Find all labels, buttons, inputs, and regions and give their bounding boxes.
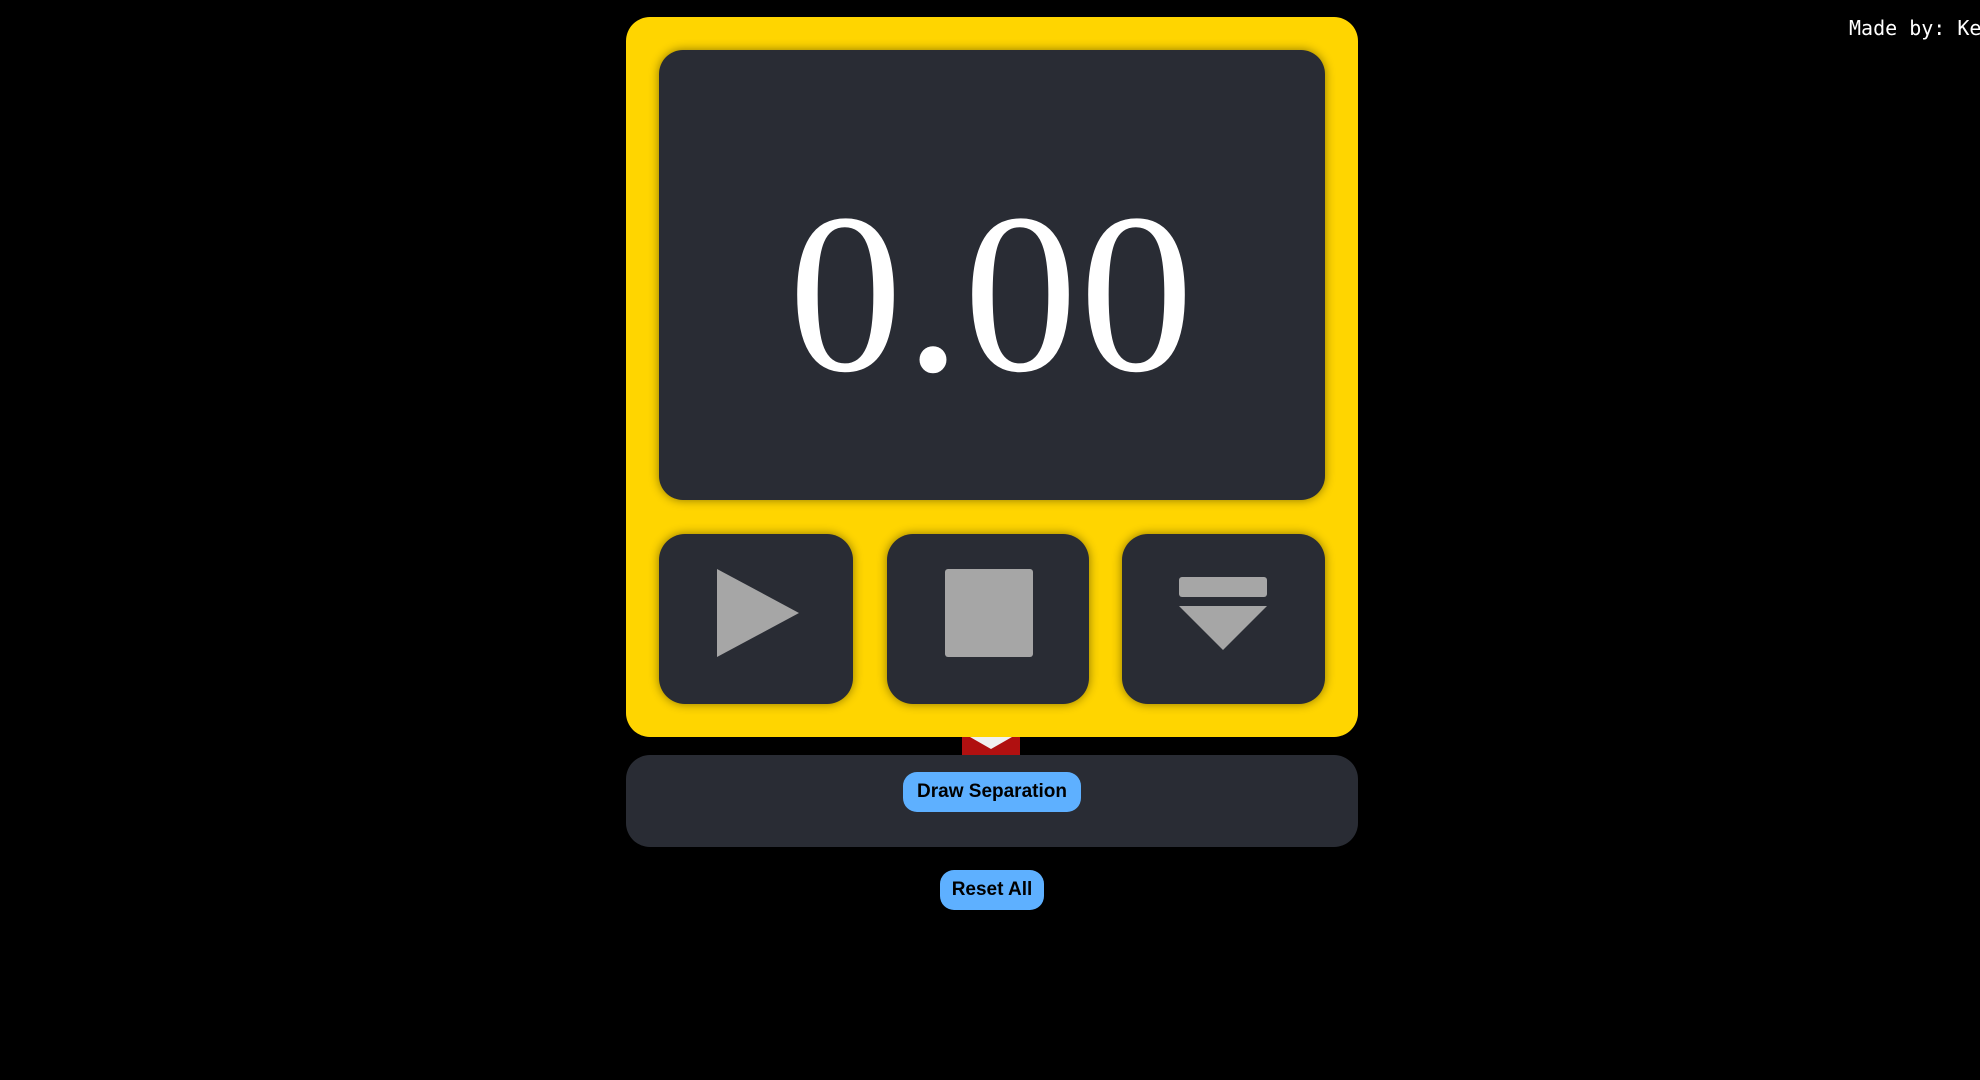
play-icon bbox=[717, 569, 799, 657]
time-display: 0.00 bbox=[659, 50, 1325, 500]
lap-button[interactable] bbox=[1122, 534, 1325, 704]
elapsed-time: 0.00 bbox=[788, 168, 1196, 420]
start-button[interactable] bbox=[659, 534, 853, 704]
tab-marker-icon bbox=[962, 737, 1020, 755]
separation-tab-marker bbox=[962, 737, 1020, 755]
draw-separation-button[interactable]: Draw Separation bbox=[903, 772, 1081, 812]
stop-button[interactable] bbox=[887, 534, 1089, 704]
reset-all-button[interactable]: Reset All bbox=[940, 870, 1044, 910]
stopwatch-body: 0.00 bbox=[626, 17, 1358, 737]
stop-icon bbox=[945, 569, 1033, 657]
lap-marker-icon bbox=[1179, 577, 1267, 650]
credit-text: Made by: Kev bbox=[1849, 16, 1980, 40]
